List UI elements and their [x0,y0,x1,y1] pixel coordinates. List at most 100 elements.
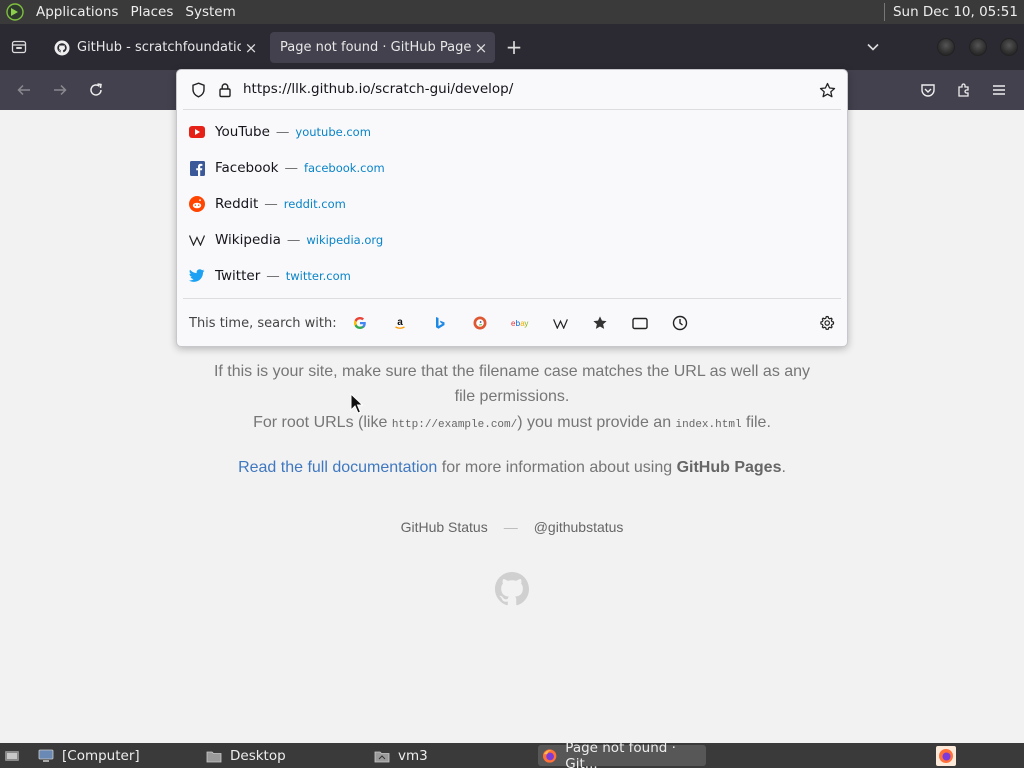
documentation-text: for more information about using [437,459,677,476]
github-octocat-icon[interactable] [495,572,529,606]
list-all-tabs-button[interactable] [862,36,884,58]
url-row [177,70,847,110]
clock-separator [883,3,885,21]
google-icon[interactable] [351,314,369,332]
reload-button[interactable] [85,79,107,101]
taskbar-item-vm3[interactable]: vm3 [370,745,530,766]
suggestion-divider [183,298,841,299]
ebay-icon[interactable]: e b a y [511,314,529,332]
github-status-link[interactable]: GitHub Status [401,519,488,535]
tray-firefox-launcher[interactable] [936,745,958,766]
reload-icon [90,83,102,96]
suggestion-separator: — [286,232,301,248]
history-icon[interactable] [671,314,689,332]
bookmarks-icon[interactable] [591,314,609,332]
suggestion-separator: — [275,124,290,140]
documentation-note: Read the full documentation for more inf… [0,459,1024,477]
suggestion-name: Wikipedia [215,232,281,248]
documentation-end: . [781,459,786,476]
close-tab-icon[interactable]: × [471,38,491,58]
app-menu-button[interactable] [988,79,1010,101]
suggestion-url: youtube.com [295,125,371,139]
search-settings-gear-icon[interactable] [818,314,836,332]
back-button[interactable] [13,79,35,101]
places-menu[interactable]: Places [124,0,179,24]
puzzle-icon [958,83,969,97]
taskbar-item-label: vm3 [398,747,428,764]
firefox-view-button[interactable] [8,36,30,58]
tracking-protection-shield-icon[interactable] [189,81,207,99]
arrow-left-icon [17,84,30,96]
suggestion-separator: — [264,196,278,212]
suggestion-name: YouTube [215,124,270,140]
taskbar-item-firefox[interactable]: Page not found · Git... [538,740,706,768]
tab-github[interactable]: GitHub - scratchfoundation/ × [45,32,265,63]
applications-menu[interactable]: Applications [30,0,124,24]
taskbar-item-label: [Computer] [62,747,140,764]
new-tab-button[interactable]: + [503,37,525,59]
root-url-note: For root URLs (like http://example.com/)… [0,414,1024,432]
amazon-icon[interactable]: a [391,314,409,332]
suggestion-url: facebook.com [303,161,385,175]
suggestion-url: wikipedia.org [306,233,384,247]
suggestion-separator: — [266,268,280,284]
system-menu[interactable]: System [179,0,241,24]
firefox-icon [542,748,557,763]
taskbar-item-label: Desktop [230,747,286,764]
tabs-icon[interactable] [631,314,649,332]
root-url-text-mid: ) you must provide an [517,414,676,431]
tab-title: GitHub - scratchfoundation/ [77,40,241,55]
footer-links: GitHub Status — @githubstatus [0,519,1024,535]
computer-icon [38,749,54,762]
index-html-code: index.html [675,419,742,431]
github-icon [54,40,70,55]
clock[interactable]: Sun Dec 10, 05:51 [883,0,1024,24]
firefox-view-icon [11,40,27,54]
suggestion-name: Reddit [215,196,259,212]
suggestion-wikipedia[interactable]: Wikipedia — wikipedia.org [183,223,841,257]
duckduckgo-icon[interactable] [471,314,489,332]
tab-page-not-found[interactable]: Page not found · GitHub Pages × [270,32,495,63]
taskbar-item-label: Page not found · Git... [565,739,676,768]
show-desktop-button[interactable] [0,745,30,766]
suggestion-twitter[interactable]: Twitter — twitter.com [183,259,841,293]
home-folder-icon [374,751,390,762]
youtube-icon [189,124,205,140]
lock-icon[interactable] [216,81,234,99]
suggestion-url: twitter.com [285,269,351,283]
taskbar-item-desktop[interactable]: Desktop [202,745,362,766]
distro-logo-icon[interactable] [6,3,24,21]
bookmark-star-icon[interactable] [818,81,836,99]
suggestion-name: Facebook [215,160,279,176]
root-url-text-post: file. [741,414,771,431]
suggestion-youtube[interactable]: YouTube — youtube.com [183,115,841,149]
maximize-window-button[interactable] [969,38,987,56]
example-url-code: http://example.com/ [391,419,518,431]
suggestion-name: Twitter [215,268,261,284]
page-text-line1: If this is your site, make sure that the… [213,363,811,380]
githubstatus-twitter-link[interactable]: @githubstatus [534,519,624,535]
taskbar-item-computer[interactable]: [Computer] [34,745,194,766]
minimize-window-button[interactable] [937,38,955,56]
suggestion-facebook[interactable]: Facebook — facebook.com [183,151,841,185]
close-tab-icon[interactable]: × [241,38,261,58]
url-divider [183,109,841,110]
github-pages-strong: GitHub Pages [676,459,782,476]
svg-text:a: a [397,317,403,328]
suggestion-reddit[interactable]: Reddit — reddit.com [183,187,841,221]
bing-icon[interactable] [431,314,449,332]
urlbar-dropdown: YouTube — youtube.com Facebook — faceboo… [176,69,848,347]
footer-separator: — [503,519,518,535]
wikipedia-icon[interactable] [551,314,569,332]
svg-text:y: y [524,319,528,328]
close-window-button[interactable] [1000,38,1018,56]
folder-icon [206,751,222,762]
extensions-button[interactable] [953,79,975,101]
root-url-text-pre: For root URLs (like [253,414,392,431]
url-input[interactable] [243,81,803,97]
firefox-launcher-icon [936,745,956,766]
documentation-link[interactable]: Read the full documentation [238,459,437,476]
tab-title: Page not found · GitHub Pages [280,40,471,55]
forward-button[interactable] [49,79,71,101]
pocket-button[interactable] [917,79,939,101]
